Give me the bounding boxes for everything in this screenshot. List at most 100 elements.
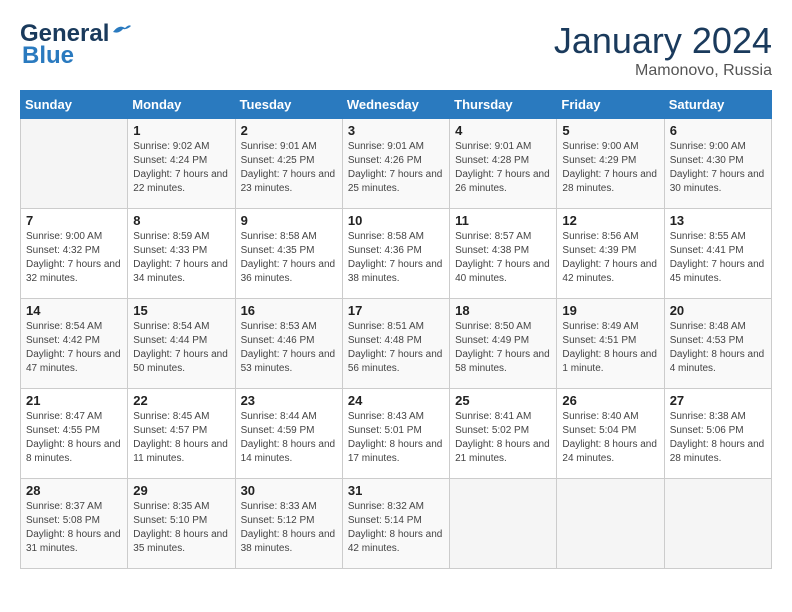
- day-number: 13: [670, 213, 766, 228]
- calendar-cell: 2 Sunrise: 9:01 AMSunset: 4:25 PMDaylight…: [235, 119, 342, 209]
- day-info: Sunrise: 8:43 AMSunset: 5:01 PMDaylight:…: [348, 410, 444, 466]
- calendar-cell: 4Sunrise: 9:01 AMSunset: 4:28 PMDaylight…: [450, 119, 557, 209]
- day-info: Sunrise: 9:00 AMSunset: 4:32 PMDaylight:…: [26, 230, 122, 286]
- logo: General Blue: [20, 20, 133, 70]
- calendar-cell: 7 Sunrise: 9:00 AMSunset: 4:32 PMDaylight…: [21, 209, 128, 299]
- weekday-header-saturday: Saturday: [664, 91, 771, 119]
- weekday-header-thursday: Thursday: [450, 91, 557, 119]
- weekday-header-row: SundayMondayTuesdayWednesdayThursdayFrid…: [21, 91, 772, 119]
- calendar-cell: 17 Sunrise: 8:51 AMSunset: 4:48 PMDayligh…: [342, 299, 449, 389]
- calendar-cell: 6 Sunrise: 9:00 AMSunset: 4:30 PMDaylight…: [664, 119, 771, 209]
- weekday-header-sunday: Sunday: [21, 91, 128, 119]
- day-info: Sunrise: 8:35 AMSunset: 5:10 PMDaylight:…: [133, 500, 229, 556]
- calendar-cell: [664, 479, 771, 569]
- weekday-header-monday: Monday: [128, 91, 235, 119]
- calendar-week-row: 21Sunrise: 8:47 AMSunset: 4:55 PMDayligh…: [21, 389, 772, 479]
- weekday-header-wednesday: Wednesday: [342, 91, 449, 119]
- day-info: Sunrise: 9:00 AMSunset: 4:29 PMDaylight:…: [562, 140, 658, 196]
- day-info: Sunrise: 8:57 AMSunset: 4:38 PMDaylight:…: [455, 230, 551, 286]
- day-number: 8: [133, 213, 229, 228]
- weekday-header-tuesday: Tuesday: [235, 91, 342, 119]
- day-info: Sunrise: 8:50 AMSunset: 4:49 PMDaylight:…: [455, 320, 551, 376]
- day-number: 27: [670, 393, 766, 408]
- day-info: Sunrise: 9:02 AMSunset: 4:24 PMDaylight:…: [133, 140, 229, 196]
- day-info: Sunrise: 8:40 AMSunset: 5:04 PMDaylight:…: [562, 410, 658, 466]
- calendar-cell: 15 Sunrise: 8:54 AMSunset: 4:44 PMDayligh…: [128, 299, 235, 389]
- day-info: Sunrise: 8:58 AMSunset: 4:36 PMDaylight:…: [348, 230, 444, 286]
- day-info: Sunrise: 8:55 AMSunset: 4:41 PMDaylight:…: [670, 230, 766, 286]
- calendar-table: SundayMondayTuesdayWednesdayThursdayFrid…: [20, 90, 772, 569]
- month-title: January 2024: [554, 20, 772, 62]
- weekday-header-friday: Friday: [557, 91, 664, 119]
- calendar-cell: 3Sunrise: 9:01 AMSunset: 4:26 PMDaylight…: [342, 119, 449, 209]
- calendar-cell: 14Sunrise: 8:54 AMSunset: 4:42 PMDayligh…: [21, 299, 128, 389]
- calendar-week-row: 7 Sunrise: 9:00 AMSunset: 4:32 PMDaylight…: [21, 209, 772, 299]
- day-number: 6: [670, 123, 766, 138]
- day-number: 20: [670, 303, 766, 318]
- calendar-cell: 27 Sunrise: 8:38 AMSunset: 5:06 PMDayligh…: [664, 389, 771, 479]
- day-info: Sunrise: 9:01 AMSunset: 4:26 PMDaylight:…: [348, 140, 444, 196]
- day-info: Sunrise: 8:44 AMSunset: 4:59 PMDaylight:…: [241, 410, 337, 466]
- day-number: 5: [562, 123, 658, 138]
- day-number: 12: [562, 213, 658, 228]
- day-number: 30: [241, 483, 337, 498]
- day-number: 15: [133, 303, 229, 318]
- calendar-cell: 9Sunrise: 8:58 AMSunset: 4:35 PMDaylight…: [235, 209, 342, 299]
- calendar-cell: 11 Sunrise: 8:57 AMSunset: 4:38 PMDayligh…: [450, 209, 557, 299]
- calendar-cell: 28Sunrise: 8:37 AMSunset: 5:08 PMDayligh…: [21, 479, 128, 569]
- calendar-cell: 26 Sunrise: 8:40 AMSunset: 5:04 PMDayligh…: [557, 389, 664, 479]
- day-number: 26: [562, 393, 658, 408]
- day-number: 22: [133, 393, 229, 408]
- calendar-cell: 24 Sunrise: 8:43 AMSunset: 5:01 PMDayligh…: [342, 389, 449, 479]
- day-info: Sunrise: 8:33 AMSunset: 5:12 PMDaylight:…: [241, 500, 337, 556]
- day-info: Sunrise: 8:49 AMSunset: 4:51 PMDaylight:…: [562, 320, 658, 376]
- day-info: Sunrise: 8:45 AMSunset: 4:57 PMDaylight:…: [133, 410, 229, 466]
- day-number: 28: [26, 483, 122, 498]
- day-number: 9: [241, 213, 337, 228]
- calendar-cell: 1Sunrise: 9:02 AMSunset: 4:24 PMDaylight…: [128, 119, 235, 209]
- day-number: 18: [455, 303, 551, 318]
- day-number: 24: [348, 393, 444, 408]
- calendar-cell: 12 Sunrise: 8:56 AMSunset: 4:39 PMDayligh…: [557, 209, 664, 299]
- day-number: 21: [26, 393, 122, 408]
- day-number: 17: [348, 303, 444, 318]
- calendar-week-row: 1Sunrise: 9:02 AMSunset: 4:24 PMDaylight…: [21, 119, 772, 209]
- calendar-cell: 19 Sunrise: 8:49 AMSunset: 4:51 PMDayligh…: [557, 299, 664, 389]
- day-info: Sunrise: 8:54 AMSunset: 4:44 PMDaylight:…: [133, 320, 229, 376]
- day-info: Sunrise: 8:41 AMSunset: 5:02 PMDaylight:…: [455, 410, 551, 466]
- day-info: Sunrise: 8:56 AMSunset: 4:39 PMDaylight:…: [562, 230, 658, 286]
- day-number: 11: [455, 213, 551, 228]
- day-info: Sunrise: 8:48 AMSunset: 4:53 PMDaylight:…: [670, 320, 766, 376]
- day-number: 19: [562, 303, 658, 318]
- day-number: 23: [241, 393, 337, 408]
- day-info: Sunrise: 8:53 AMSunset: 4:46 PMDaylight:…: [241, 320, 337, 376]
- calendar-cell: 21Sunrise: 8:47 AMSunset: 4:55 PMDayligh…: [21, 389, 128, 479]
- day-number: 31: [348, 483, 444, 498]
- day-info: Sunrise: 8:51 AMSunset: 4:48 PMDaylight:…: [348, 320, 444, 376]
- logo-blue: Blue: [22, 42, 74, 70]
- day-info: Sunrise: 9:00 AMSunset: 4:30 PMDaylight:…: [670, 140, 766, 196]
- calendar-week-row: 28Sunrise: 8:37 AMSunset: 5:08 PMDayligh…: [21, 479, 772, 569]
- day-info: Sunrise: 8:59 AMSunset: 4:33 PMDaylight:…: [133, 230, 229, 286]
- day-number: 10: [348, 213, 444, 228]
- calendar-cell: [450, 479, 557, 569]
- day-info: Sunrise: 9:01 AMSunset: 4:28 PMDaylight:…: [455, 140, 551, 196]
- calendar-cell: 16 Sunrise: 8:53 AMSunset: 4:46 PMDayligh…: [235, 299, 342, 389]
- calendar-week-row: 14Sunrise: 8:54 AMSunset: 4:42 PMDayligh…: [21, 299, 772, 389]
- day-info: Sunrise: 9:01 AMSunset: 4:25 PMDaylight:…: [241, 140, 337, 196]
- day-number: 2: [241, 123, 337, 138]
- day-number: 25: [455, 393, 551, 408]
- day-info: Sunrise: 8:38 AMSunset: 5:06 PMDaylight:…: [670, 410, 766, 466]
- day-number: 7: [26, 213, 122, 228]
- calendar-cell: 29Sunrise: 8:35 AMSunset: 5:10 PMDayligh…: [128, 479, 235, 569]
- logo-bird-icon: [111, 22, 133, 40]
- calendar-cell: 8 Sunrise: 8:59 AMSunset: 4:33 PMDaylight…: [128, 209, 235, 299]
- location-subtitle: Mamonovo, Russia: [554, 62, 772, 80]
- page-header: General Blue January 2024 Mamonovo, Russ…: [20, 20, 772, 80]
- calendar-cell: [557, 479, 664, 569]
- calendar-cell: 20 Sunrise: 8:48 AMSunset: 4:53 PMDayligh…: [664, 299, 771, 389]
- day-number: 14: [26, 303, 122, 318]
- title-block: January 2024 Mamonovo, Russia: [554, 20, 772, 80]
- day-number: 16: [241, 303, 337, 318]
- calendar-cell: 23 Sunrise: 8:44 AMSunset: 4:59 PMDayligh…: [235, 389, 342, 479]
